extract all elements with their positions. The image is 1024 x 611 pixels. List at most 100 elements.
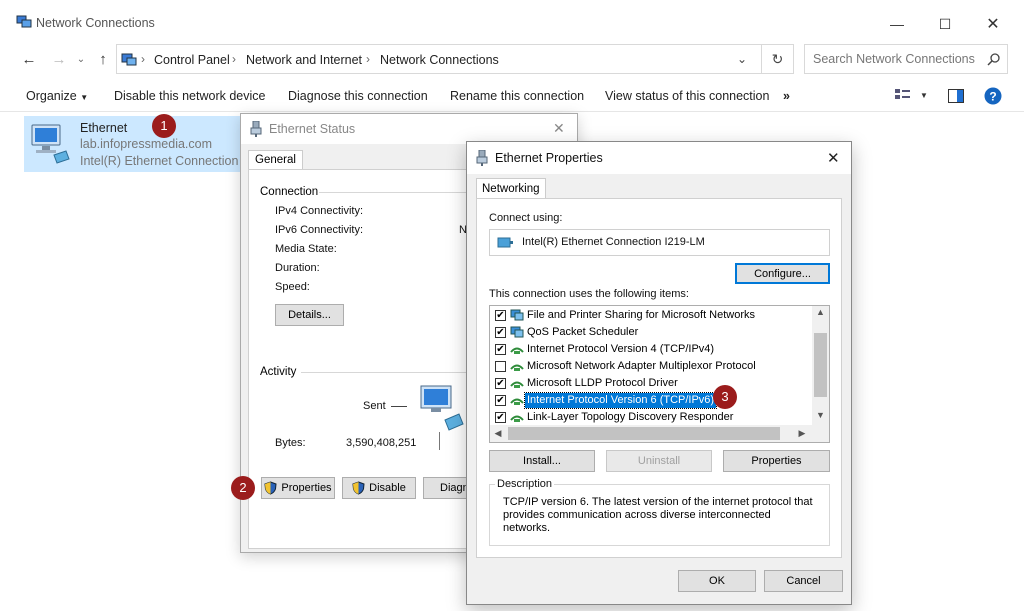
properties-close-icon[interactable]: ✕ — [827, 149, 840, 167]
sent-line — [391, 406, 407, 407]
disable-button[interactable]: Disable — [342, 477, 416, 499]
scroll-down-arrow-icon[interactable]: ▼ — [812, 410, 829, 420]
scroll-left-arrow-icon[interactable]: ◀ — [492, 428, 504, 439]
cancel-button[interactable]: Cancel — [764, 570, 843, 592]
breadcrumb-control-panel[interactable]: Control Panel — [154, 53, 230, 67]
maximize-button[interactable]: ☐ — [922, 10, 968, 38]
list-item[interactable]: ✔ File and Printer Sharing for Microsoft … — [490, 307, 808, 324]
scroll-up-arrow-icon[interactable]: ▲ — [812, 307, 829, 317]
recent-locations-chevron-icon[interactable]: ⌄ — [70, 50, 92, 70]
network-connections-icon — [16, 15, 32, 28]
connection-group-label: Connection — [260, 186, 319, 198]
adapter-field: Intel(R) Ethernet Connection I219-LM — [489, 229, 830, 256]
configure-button[interactable]: Configure... — [735, 263, 830, 284]
speed-label: Speed: — [275, 281, 310, 293]
breadcrumb-network-and-internet[interactable]: Network and Internet — [246, 53, 362, 67]
status-close-icon[interactable]: ✕ — [553, 120, 565, 137]
ethernet-adapter-item[interactable]: Ethernet lab.infopressmedia.com Intel(R)… — [24, 116, 252, 172]
rename-command[interactable]: Rename this connection — [450, 89, 584, 103]
list-item-label: Microsoft LLDP Protocol Driver — [527, 377, 678, 389]
properties-title-bar: Ethernet Properties ✕ — [467, 142, 851, 174]
item-checkbox[interactable] — [495, 361, 506, 372]
breadcrumb-separator-icon: › — [141, 52, 145, 66]
ok-button[interactable]: OK — [678, 570, 756, 592]
preview-pane-icon[interactable] — [948, 89, 964, 103]
forward-arrow-icon[interactable]: → — [48, 50, 70, 70]
list-item-label: Link-Layer Topology Discovery Responder — [527, 411, 734, 423]
ethernet-plug-icon — [476, 150, 488, 166]
list-item[interactable]: ✔ Internet Protocol Version 4 (TCP/IPv4) — [490, 341, 808, 358]
item-checkbox[interactable]: ✔ — [495, 327, 506, 338]
back-arrow-icon[interactable]: ← — [18, 50, 40, 70]
up-arrow-icon[interactable]: ↑ — [92, 50, 114, 70]
item-checkbox[interactable]: ✔ — [495, 378, 506, 389]
list-item[interactable]: Microsoft Network Adapter Multiplexor Pr… — [490, 358, 808, 375]
vertical-scroll-thumb[interactable] — [814, 333, 827, 397]
vertical-scrollbar[interactable]: ▲ ▼ — [812, 306, 829, 426]
network-service-icon — [510, 326, 524, 338]
list-item[interactable]: ✔ Microsoft LLDP Protocol Driver — [490, 375, 808, 392]
scroll-corner — [812, 425, 829, 442]
protocol-icon — [510, 381, 524, 388]
item-properties-button[interactable]: Properties — [723, 450, 830, 472]
group-divider — [301, 372, 477, 373]
address-bar[interactable]: › Control Panel › Network and Internet ›… — [116, 44, 762, 74]
uninstall-button[interactable]: Uninstall — [606, 450, 712, 472]
description-text: TCP/IP version 6. The latest version of … — [503, 496, 813, 534]
step-badge-2: 2 — [231, 476, 255, 500]
list-item[interactable]: ✔ Internet Protocol Version 6 (TCP/IPv6) — [490, 392, 808, 409]
search-input[interactable] — [811, 51, 981, 67]
refresh-icon[interactable]: ↻ — [762, 44, 794, 74]
breadcrumb-network-connections[interactable]: Network Connections — [380, 53, 499, 67]
group-divider — [319, 192, 477, 193]
list-item[interactable]: ✔ QoS Packet Scheduler — [490, 324, 808, 341]
adapter-name: Ethernet — [80, 121, 128, 135]
list-item-label: Internet Protocol Version 6 (TCP/IPv6) — [523, 392, 718, 409]
command-bar: Organize ▼ Disable this network device D… — [0, 80, 1024, 112]
step-badge-1: 1 — [152, 114, 176, 138]
list-item-label: QoS Packet Scheduler — [527, 326, 639, 338]
breadcrumb-separator-icon: › — [366, 52, 370, 66]
adapter-domain: lab.infopressmedia.com — [80, 137, 213, 151]
properties-button-label: Properties — [281, 482, 332, 494]
search-icon[interactable] — [987, 53, 1000, 66]
list-item[interactable]: ✔ Link-Layer Topology Discovery Responder — [490, 409, 808, 426]
duration-label: Duration: — [275, 262, 320, 274]
protocol-icon — [510, 415, 524, 422]
uac-shield-icon — [352, 481, 365, 495]
tab-general[interactable]: General — [248, 150, 303, 169]
status-title-bar: Ethernet Status ✕ — [241, 114, 577, 144]
search-box — [804, 44, 1008, 74]
status-dialog-title: Ethernet Status — [269, 122, 356, 136]
minimize-button[interactable]: — — [874, 10, 920, 38]
ethernet-properties-dialog: Ethernet Properties ✕ Networking Connect… — [466, 141, 852, 605]
more-commands-button[interactable]: » — [783, 89, 790, 103]
tab-networking[interactable]: Networking — [476, 178, 546, 199]
horizontal-scrollbar[interactable]: ◀ ▶ — [490, 425, 812, 442]
address-row: ← → ⌄ ↑ › Control Panel › Network and In… — [0, 44, 1024, 76]
address-dropdown-chevron-icon[interactable]: ⌄ — [737, 52, 747, 66]
item-checkbox[interactable]: ✔ — [495, 412, 506, 423]
items-list: ✔ File and Printer Sharing for Microsoft … — [490, 306, 812, 426]
change-view-icon[interactable] — [894, 88, 912, 104]
help-icon[interactable]: ? — [984, 87, 1002, 105]
disable-device-command[interactable]: Disable this network device — [114, 89, 265, 103]
list-item-label: File and Printer Sharing for Microsoft N… — [527, 309, 756, 321]
organize-menu[interactable]: Organize ▼ — [26, 89, 88, 103]
scroll-right-arrow-icon[interactable]: ▶ — [796, 428, 808, 439]
view-options-chevron-icon[interactable]: ▼ — [920, 91, 928, 100]
dropdown-triangle-icon: ▼ — [80, 93, 89, 102]
item-checkbox[interactable]: ✔ — [495, 310, 506, 321]
close-button[interactable]: ✕ — [970, 10, 1016, 38]
install-button[interactable]: Install... — [489, 450, 595, 472]
items-listbox[interactable]: ✔ File and Printer Sharing for Microsoft … — [489, 305, 830, 443]
horizontal-scroll-thumb[interactable] — [508, 427, 780, 440]
properties-button[interactable]: Properties — [261, 477, 335, 499]
breadcrumb-separator-icon: › — [232, 52, 236, 66]
diagnose-command[interactable]: Diagnose this connection — [288, 89, 428, 103]
item-checkbox[interactable]: ✔ — [495, 344, 506, 355]
details-button[interactable]: Details... — [275, 304, 344, 326]
item-checkbox[interactable]: ✔ — [495, 395, 506, 406]
ethernet-adapter-icon — [31, 124, 70, 164]
view-status-command[interactable]: View status of this connection — [605, 89, 769, 103]
